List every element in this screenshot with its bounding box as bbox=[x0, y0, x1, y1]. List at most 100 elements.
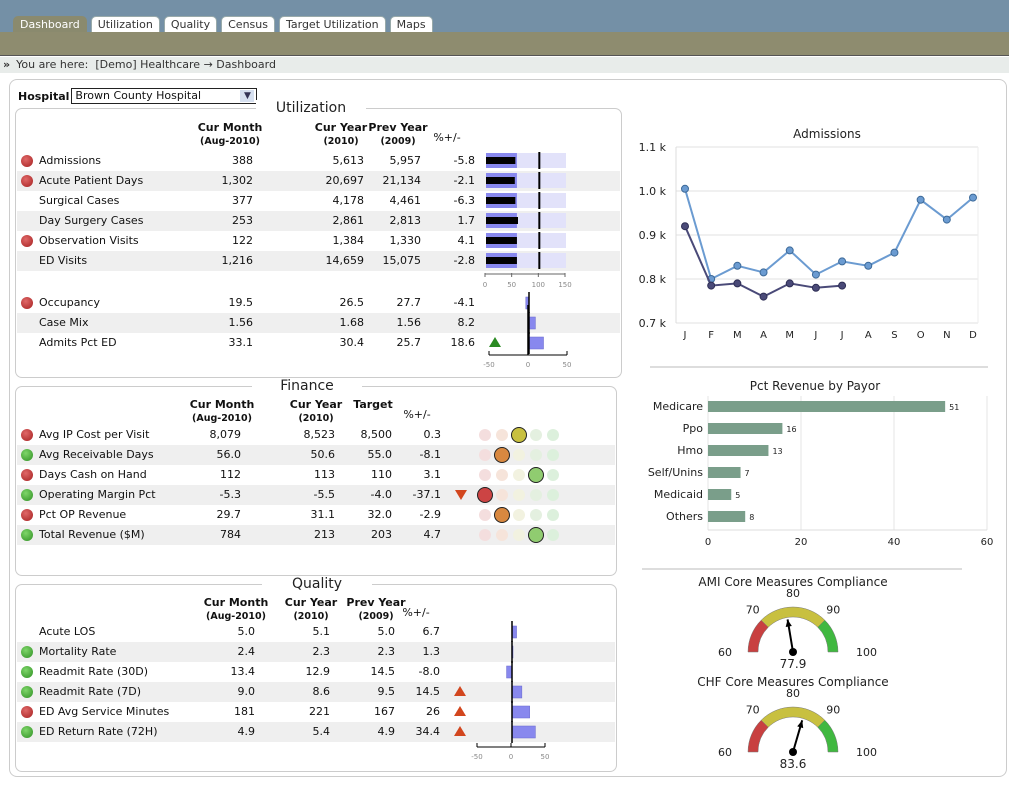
cell-cur-year: 213 bbox=[314, 528, 335, 541]
x-tick-label: J bbox=[813, 330, 817, 341]
gauge-tick-label: 70 bbox=[746, 704, 760, 717]
cell-prev-year: 167 bbox=[374, 705, 395, 718]
payor-bar-chart: Pct Revenue by Payor 0 20 40 60 Medicare 51 Ppo… bbox=[648, 379, 994, 548]
bullet-value-bar bbox=[486, 157, 516, 164]
tab-target-utilization[interactable]: Target Utilization bbox=[278, 16, 386, 32]
tab-quality[interactable]: Quality bbox=[163, 16, 218, 32]
x-tick-label: A bbox=[760, 330, 767, 341]
admissions-line-chart: Admissions 0.7 k 0.8 k 0.9 k 1.0 k 1.1 k J F M A M… bbox=[639, 127, 979, 341]
x-tick-label: M bbox=[733, 330, 742, 341]
data-point bbox=[969, 193, 977, 202]
indicator-dot-active bbox=[477, 487, 493, 503]
data-label: 16 bbox=[786, 425, 796, 434]
cell-prev-year: 4,461 bbox=[389, 194, 422, 207]
status-green-icon bbox=[21, 449, 33, 461]
indicator-dot bbox=[513, 529, 525, 541]
cell-cur-month: 112 bbox=[220, 468, 241, 481]
column-header-pct: %+/- bbox=[403, 408, 431, 421]
table-row: Acute Patient Days 1,302 20,697 21,134 -2.1 bbox=[17, 171, 620, 191]
series-line-prev-year bbox=[684, 188, 974, 281]
cell-cur-month: 181 bbox=[234, 705, 255, 718]
x-tick-label: 60 bbox=[981, 537, 994, 548]
x-tick-label: J bbox=[683, 330, 687, 341]
data-label: 7 bbox=[745, 469, 750, 478]
column-header-label: Cur Year bbox=[284, 596, 338, 609]
indicator-dot bbox=[547, 429, 559, 441]
delta-bar-fill bbox=[528, 336, 544, 350]
chart-title: Admissions bbox=[793, 127, 861, 141]
cell-pct: -37.1 bbox=[412, 488, 441, 501]
cell-cur-year: 30.4 bbox=[339, 336, 365, 349]
table-row: Admissions 388 5,613 5,957 -5.8 bbox=[17, 151, 620, 171]
indicator-dot bbox=[479, 429, 491, 441]
chevron-down-icon[interactable]: ▼ bbox=[240, 90, 255, 102]
axis-tick-label: 50 bbox=[541, 753, 550, 761]
breadcrumb-prefix: You are here: bbox=[16, 58, 89, 71]
subheader-bar bbox=[0, 32, 1009, 56]
table-row: ED Return Rate (72H) 4.9 5.4 4.9 34.4 bbox=[17, 721, 615, 743]
cell-cur-month: 2.4 bbox=[237, 645, 256, 658]
gauge-band bbox=[817, 719, 839, 753]
quality-title: Quality bbox=[262, 576, 372, 592]
axis-tick-label: -50 bbox=[483, 361, 494, 369]
status-red-icon bbox=[21, 509, 33, 521]
indicator-dot bbox=[547, 529, 559, 541]
bar bbox=[708, 511, 746, 522]
data-point bbox=[733, 261, 742, 270]
bullet-target-marker bbox=[538, 252, 541, 269]
bullet-chart bbox=[486, 232, 566, 249]
gauge-value: 77.9 bbox=[780, 657, 807, 671]
column-header-sub: (Aug-2010) bbox=[192, 413, 252, 424]
cell-pct: -8.1 bbox=[419, 448, 441, 461]
cell-cur-month: 122 bbox=[232, 234, 253, 247]
cell-pct: 34.4 bbox=[415, 725, 441, 738]
cell-prev-year: 4.9 bbox=[377, 725, 396, 738]
x-tick-label: A bbox=[865, 330, 872, 341]
cell-cur-month: 388 bbox=[232, 154, 253, 167]
delta-bar bbox=[511, 721, 536, 743]
indicator-dot bbox=[496, 429, 508, 441]
gauge-band bbox=[817, 619, 839, 653]
bullet-chart bbox=[486, 172, 566, 189]
cell-cur-month: 1,302 bbox=[221, 174, 254, 187]
data-label: 8 bbox=[749, 513, 754, 522]
table-row: Operating Margin Pct -5.3 -5.5 -4.0 -37.1 bbox=[17, 485, 615, 505]
indicator-dot bbox=[513, 449, 525, 461]
axis-tick-label: 50 bbox=[563, 361, 572, 369]
breadcrumb: » You are here: [Demo] Healthcare → Dashb… bbox=[0, 57, 1009, 73]
column-header-label: Target bbox=[353, 398, 393, 411]
delta-bar-fill bbox=[511, 705, 530, 719]
column-header-label: Prev Year bbox=[368, 121, 428, 134]
cell-pct: -2.8 bbox=[453, 254, 475, 267]
hospital-select[interactable]: Brown County Hospital ▼ bbox=[71, 88, 258, 104]
divider bbox=[650, 366, 988, 368]
cell-pct: -8.0 bbox=[418, 665, 440, 678]
cell-prev-year: 1,330 bbox=[389, 234, 422, 247]
bar bbox=[708, 467, 741, 478]
breadcrumb-path[interactable]: [Demo] Healthcare → Dashboard bbox=[95, 58, 276, 71]
table-row: Acute LOS 5.0 5.1 5.0 6.7 bbox=[17, 621, 615, 643]
column-header-label: Cur Month bbox=[189, 398, 255, 411]
tab-dashboard[interactable]: Dashboard bbox=[13, 16, 87, 32]
tab-census[interactable]: Census bbox=[221, 16, 275, 32]
bullet-value-bar bbox=[486, 177, 515, 184]
cell-prev-year: 27.7 bbox=[396, 296, 422, 309]
cell-pct: -2.1 bbox=[453, 174, 475, 187]
tab-utilization[interactable]: Utilization bbox=[90, 16, 160, 32]
y-tick-label: Self/Unins bbox=[648, 466, 703, 479]
table-row: Total Revenue ($M) 784 213 203 4.7 bbox=[17, 525, 615, 545]
indicator-dot-active bbox=[494, 447, 510, 463]
bullet-chart bbox=[486, 252, 566, 269]
indicator-dot bbox=[479, 469, 491, 481]
cell-pct: 1.3 bbox=[422, 645, 441, 658]
x-tick-label: 0 bbox=[705, 537, 711, 548]
delta-bar bbox=[528, 312, 536, 334]
up-arrow-icon bbox=[489, 337, 501, 347]
delta-bar bbox=[525, 292, 530, 314]
tab-maps[interactable]: Maps bbox=[389, 16, 433, 32]
y-tick-label: Others bbox=[666, 510, 703, 523]
cell-cur-month: 784 bbox=[220, 528, 241, 541]
table-row: Avg Receivable Days 56.0 50.6 55.0 -8.1 bbox=[17, 445, 615, 465]
table-row: Observation Visits 122 1,384 1,330 4.1 bbox=[17, 231, 620, 251]
chart-title: Pct Revenue by Payor bbox=[750, 379, 880, 393]
